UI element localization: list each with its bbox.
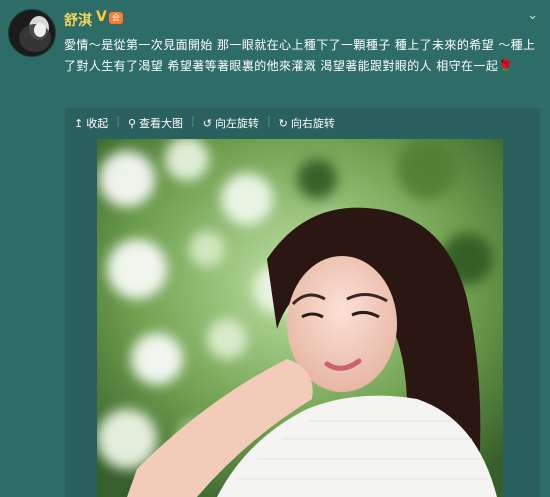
view-large-button[interactable]: ⚲ 查看大图 [128,114,183,132]
toolbar-divider: | [191,114,195,127]
post-photo[interactable] [97,139,503,497]
member-badge-icon[interactable]: 会 [109,12,123,24]
rotate-left-label: 向左旋转 [214,117,259,130]
arrow-up-icon: ↥ [74,116,84,130]
rose-emoji-icon: 🌹 [498,59,514,73]
toolbar-divider: | [116,114,120,127]
rotate-right-button[interactable]: ↻ 向右旋转 [279,114,335,132]
magnifier-icon: ⚲ [127,116,136,130]
collapse-button[interactable]: ↥ 收起 [74,114,108,132]
chevron-down-icon[interactable]: ⌄ [527,8,538,23]
rotate-left-icon: ↺ [202,116,212,130]
username[interactable]: 舒淇 [64,10,92,30]
view-large-label: 查看大图 [139,117,183,130]
rotate-right-icon: ↻ [278,116,288,130]
collapse-label: 收起 [86,117,109,130]
avatar[interactable] [8,9,56,57]
post-text: 愛情～是從第一次見面開始 那一眼就在心上種下了一顆種子 種上了未來的希望 ～種上… [64,35,539,77]
post-body: 愛情～是從第一次見面開始 那一眼就在心上種下了一顆種子 種上了未來的希望 ～種上… [64,38,536,73]
verified-badge-icon: V [96,9,107,25]
rotate-left-button[interactable]: ↺ 向左旋转 [203,114,259,132]
toolbar-divider: | [266,114,271,127]
rotate-right-label: 向右旋转 [290,117,335,130]
image-toolbar: ↥ 收起 | ⚲ 查看大图 | ↺ 向左旋转 | ↻ 向右旋转 [74,114,335,132]
